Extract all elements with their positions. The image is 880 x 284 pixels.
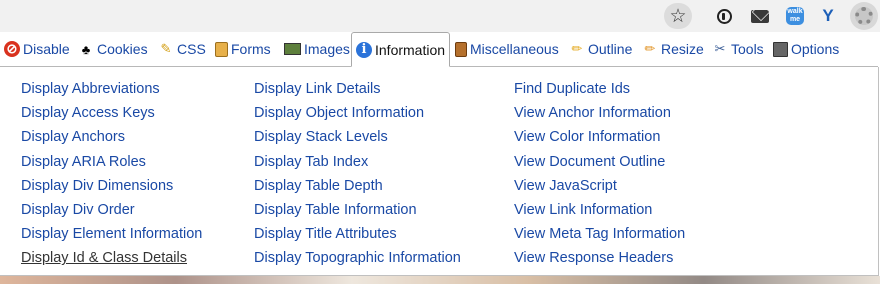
- css-icon: ✎: [160, 41, 172, 56]
- resize-icon: ✏: [644, 41, 656, 56]
- menu-item-view-javascript[interactable]: View JavaScript: [514, 174, 685, 198]
- tab-label: Tools: [731, 41, 764, 57]
- menu-item-display-link-details[interactable]: Display Link Details: [254, 77, 461, 101]
- tab-images[interactable]: Images: [284, 32, 350, 66]
- miscellaneous-icon: [455, 41, 467, 57]
- menu-item-view-link-information[interactable]: View Link Information: [514, 198, 685, 222]
- tab-label: Images: [304, 41, 350, 57]
- disable-icon: ⊘: [4, 41, 20, 57]
- underlying-page-strip: [0, 276, 880, 284]
- tab-cookies[interactable]: ♣ Cookies: [78, 32, 148, 66]
- tab-label: Outline: [588, 41, 633, 57]
- menu-item-view-response-headers[interactable]: View Response Headers: [514, 246, 685, 270]
- menu-item-display-div-order[interactable]: Display Div Order: [21, 198, 202, 222]
- tab-forms[interactable]: Forms: [215, 32, 271, 66]
- tab-information[interactable]: i Information: [351, 32, 451, 67]
- menu-column-2: Display Link Details Display Object Info…: [254, 77, 461, 271]
- menu-item-display-tab-index[interactable]: Display Tab Index: [254, 150, 461, 174]
- forms-icon: [215, 41, 228, 57]
- tab-label: Cookies: [97, 41, 148, 57]
- menu-item-display-table-depth[interactable]: Display Table Depth: [254, 174, 461, 198]
- tab-label: Resize: [661, 41, 704, 57]
- menu-item-display-table-information[interactable]: Display Table Information: [254, 198, 461, 222]
- mail-icon[interactable]: [748, 4, 772, 28]
- tab-label: Forms: [231, 41, 271, 57]
- menu-item-display-access-keys[interactable]: Display Access Keys: [21, 101, 202, 125]
- menu-item-display-title-attributes[interactable]: Display Title Attributes: [254, 222, 461, 246]
- information-menu-panel: Display Abbreviations Display Access Key…: [0, 67, 879, 276]
- tab-label: CSS: [177, 41, 206, 57]
- star-icon[interactable]: ☆: [664, 3, 692, 29]
- menu-item-view-color-information[interactable]: View Color Information: [514, 125, 685, 149]
- menu-column-1: Display Abbreviations Display Access Key…: [21, 77, 202, 271]
- menu-item-display-object-information[interactable]: Display Object Information: [254, 101, 461, 125]
- tab-disable[interactable]: ⊘ Disable: [4, 32, 70, 66]
- walkme-icon[interactable]: walk me: [783, 4, 807, 28]
- menu-item-view-meta-tag-information[interactable]: View Meta Tag Information: [514, 222, 685, 246]
- cookies-icon: ♣: [81, 41, 91, 57]
- images-icon: [284, 43, 301, 55]
- tab-options[interactable]: Options: [773, 32, 839, 66]
- menu-item-display-div-dimensions[interactable]: Display Div Dimensions: [21, 174, 202, 198]
- menu-item-display-aria-roles[interactable]: Display ARIA Roles: [21, 150, 202, 174]
- menu-item-find-duplicate-ids[interactable]: Find Duplicate Ids: [514, 77, 685, 101]
- tab-tools[interactable]: ✂ Tools: [712, 32, 764, 66]
- options-icon: [773, 41, 788, 57]
- menu-item-display-anchors[interactable]: Display Anchors: [21, 125, 202, 149]
- menu-column-3: Find Duplicate Ids View Anchor Informati…: [514, 77, 685, 271]
- menu-item-display-element-information[interactable]: Display Element Information: [21, 222, 202, 246]
- tab-outline[interactable]: ✏ Outline: [569, 32, 633, 66]
- menu-item-display-stack-levels[interactable]: Display Stack Levels: [254, 125, 461, 149]
- tab-resize[interactable]: ✏ Resize: [642, 32, 704, 66]
- tab-label: Information: [375, 41, 446, 58]
- yoast-icon[interactable]: Y: [816, 4, 840, 28]
- tab-miscellaneous[interactable]: Miscellaneous: [455, 32, 559, 66]
- tab-label: Options: [791, 41, 840, 57]
- browser-toolbar: ☆ walk me Y: [0, 0, 880, 32]
- web-developer-icon[interactable]: [850, 2, 878, 30]
- menu-item-display-abbreviations[interactable]: Display Abbreviations: [21, 77, 202, 101]
- web-developer-toolbar: ⊘ Disable ♣ Cookies ✎ CSS Forms Images i…: [0, 32, 878, 67]
- menu-item-view-anchor-information[interactable]: View Anchor Information: [514, 101, 685, 125]
- tab-label: Miscellaneous: [470, 41, 559, 57]
- menu-item-display-id-class-details[interactable]: Display Id & Class Details: [21, 246, 202, 270]
- menu-item-display-topographic-information[interactable]: Display Topographic Information: [254, 246, 461, 270]
- tab-css[interactable]: ✎ CSS: [158, 32, 206, 66]
- outline-icon: ✏: [571, 41, 583, 56]
- onepassword-icon[interactable]: [712, 4, 736, 28]
- menu-item-view-document-outline[interactable]: View Document Outline: [514, 150, 685, 174]
- tab-label: Disable: [23, 41, 70, 57]
- tools-icon: ✂: [714, 41, 726, 56]
- information-icon: i: [356, 41, 372, 58]
